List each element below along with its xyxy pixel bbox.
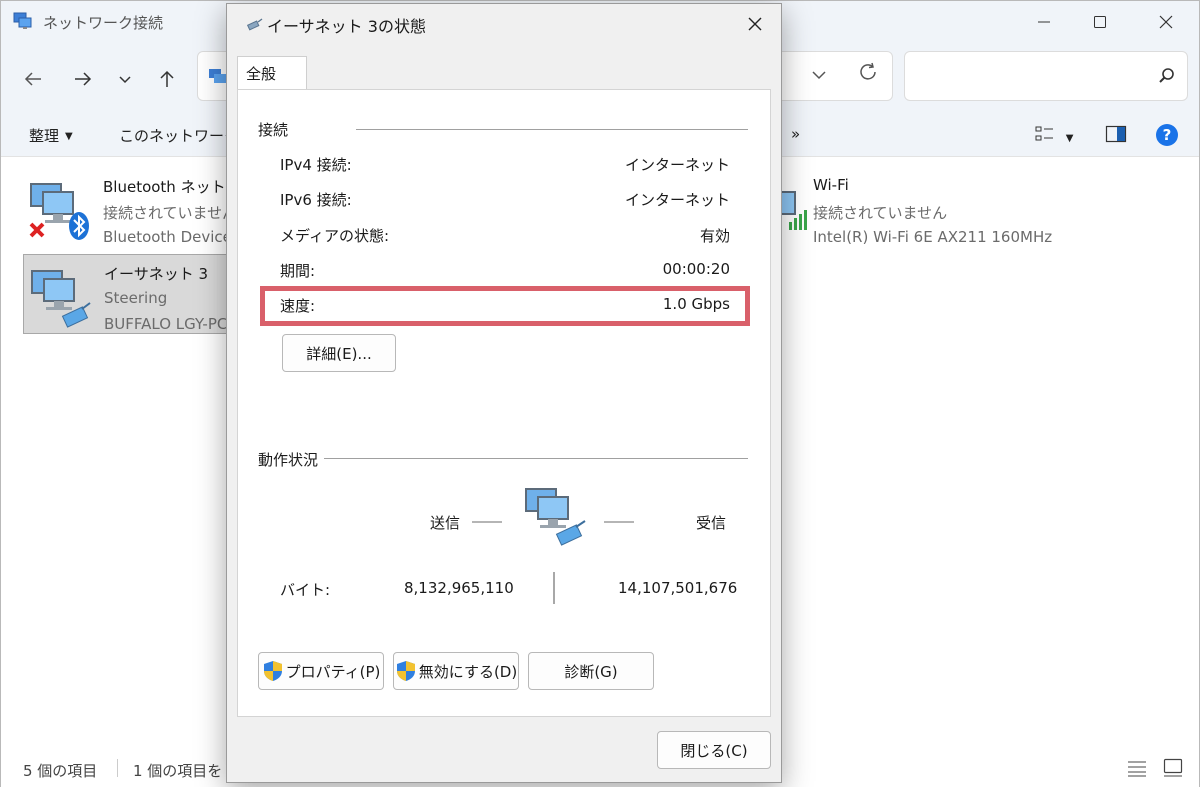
ethernet-status-dialog: イーサネット 3の状態 全般 接続 IPv4 接続: インターネット IPv6 …	[226, 3, 782, 783]
connection-group-label: 接続	[258, 119, 289, 140]
address-dropdown-button[interactable]	[811, 67, 827, 87]
tiles-view-button[interactable]	[1163, 758, 1183, 782]
caret-down-icon: ▼	[65, 131, 73, 142]
more-commands-button[interactable]: »	[791, 125, 800, 143]
item-name: イーサネット 3	[104, 265, 209, 283]
item-status: Steering	[104, 289, 168, 307]
up-button[interactable]	[153, 65, 181, 93]
list-item-wifi[interactable]: Wi-Fi 接続されていません Intel(R) Wi-Fi 6E AX211 …	[735, 168, 1155, 248]
svg-text:?: ?	[1163, 126, 1172, 144]
recent-locations-button[interactable]	[111, 65, 139, 93]
explorer-title: ネットワーク接続	[43, 14, 164, 32]
received-activity-line	[604, 521, 634, 523]
tab-general[interactable]: 全般	[237, 56, 307, 90]
view-layout-icon	[1035, 126, 1053, 141]
ipv6-value: インターネット	[624, 191, 730, 209]
search-input[interactable]	[904, 51, 1188, 101]
chevron-down-icon	[119, 76, 131, 84]
bluetooth-network-icon	[29, 183, 89, 240]
connection-group-divider	[356, 129, 748, 130]
diagnose-button[interactable]: 診断(G)	[528, 652, 654, 690]
item-count: 5 個の項目	[23, 762, 98, 780]
speed-value: 1.0 Gbps	[662, 295, 730, 313]
forward-button[interactable]	[69, 65, 97, 93]
maximize-icon	[1094, 16, 1106, 28]
ipv6-label: IPv6 接続:	[280, 191, 352, 209]
media-state-label: メディアの状態:	[280, 227, 390, 245]
minimize-button[interactable]	[1021, 1, 1067, 43]
organize-menu[interactable]: 整理 ▼	[29, 125, 73, 146]
tab-panel-general: 接続 IPv4 接続: インターネット IPv6 接続: インターネット メディ…	[237, 89, 771, 717]
organize-label: 整理	[29, 127, 60, 145]
details-view-icon	[1128, 761, 1146, 777]
chevron-down-icon	[812, 71, 826, 80]
bytes-divider	[553, 572, 555, 604]
more-commands-label: »	[791, 125, 801, 143]
preview-pane-button[interactable]	[1105, 125, 1127, 147]
speed-label: 速度:	[280, 297, 316, 315]
explorer-close-button[interactable]	[1143, 1, 1189, 43]
ipv4-value: インターネット	[624, 156, 730, 174]
duration-label: 期間:	[280, 262, 316, 280]
preview-pane-icon	[1105, 125, 1127, 143]
dialog-title: イーサネット 3の状態	[267, 17, 426, 36]
close-icon	[748, 17, 762, 31]
refresh-icon	[860, 62, 876, 80]
ipv4-label: IPv4 接続:	[280, 156, 352, 174]
close-button[interactable]: 閉じる(C)	[657, 731, 771, 769]
item-device: Bluetooth Device	[103, 228, 232, 246]
search-icon	[1159, 68, 1174, 83]
network-command-label: このネットワーク	[119, 127, 240, 145]
caret-down-icon: ▼	[1065, 133, 1074, 144]
item-name: Bluetooth ネットワ	[103, 178, 241, 196]
bytes-label: バイト:	[280, 581, 331, 599]
forward-arrow-icon	[75, 72, 92, 86]
back-button[interactable]	[19, 65, 47, 93]
help-icon: ?	[1156, 124, 1178, 146]
tab-strip: 全般	[237, 56, 771, 90]
help-button[interactable]: ?	[1155, 123, 1179, 151]
disable-label: 無効にする(D)	[418, 662, 518, 681]
disable-button[interactable]: 無効にする(D)	[393, 652, 519, 690]
media-state-value: 有効	[699, 227, 730, 245]
refresh-button[interactable]	[857, 61, 881, 85]
address-folder-icon	[209, 69, 226, 83]
sent-activity-line	[472, 521, 502, 523]
duration-value: 00:00:20	[662, 260, 730, 278]
status-divider	[117, 759, 118, 777]
list-item-ethernet[interactable]: イーサネット 3 Steering BUFFALO LGY-PC	[23, 254, 233, 334]
view-options-button[interactable]: ▼	[1035, 125, 1073, 147]
selected-count: 1 個の項目を	[133, 762, 223, 780]
properties-label: プロパティ(P)	[285, 662, 381, 681]
dialog-close-button[interactable]	[737, 8, 773, 40]
item-name: Wi-Fi	[813, 176, 849, 194]
sent-label: 送信	[430, 514, 461, 532]
bytes-received-value: 14,107,501,676	[618, 579, 738, 597]
close-icon	[1159, 15, 1173, 29]
activity-group-label: 動作状況	[258, 449, 319, 470]
network-activity-icon	[525, 488, 586, 546]
bytes-sent-value: 8,132,965,110	[404, 579, 514, 597]
ethernet-cable-icon	[246, 18, 263, 31]
uac-shield-icon	[263, 661, 282, 681]
dialog-titlebar: イーサネット 3の状態	[227, 4, 781, 44]
up-arrow-icon	[160, 70, 174, 87]
back-arrow-icon	[24, 72, 41, 86]
uac-shield-icon	[396, 661, 415, 681]
network-connections-icon	[13, 12, 32, 29]
maximize-button[interactable]	[1077, 1, 1123, 43]
properties-button[interactable]: プロパティ(P)	[258, 652, 384, 690]
item-device: BUFFALO LGY-PC	[104, 315, 228, 333]
item-status: 接続されていません	[813, 204, 948, 222]
received-label: 受信	[696, 514, 727, 532]
ethernet-network-icon	[31, 270, 91, 328]
tiles-view-icon	[1163, 758, 1183, 777]
network-command[interactable]: このネットワーク	[119, 125, 239, 146]
minimize-icon	[1038, 21, 1050, 23]
details-view-button[interactable]	[1127, 759, 1147, 781]
details-button[interactable]: 詳細(E)...	[282, 334, 396, 372]
item-status: 接続されていません	[103, 204, 238, 222]
item-device: Intel(R) Wi-Fi 6E AX211 160MHz	[813, 228, 1053, 246]
activity-group-divider	[324, 458, 748, 459]
